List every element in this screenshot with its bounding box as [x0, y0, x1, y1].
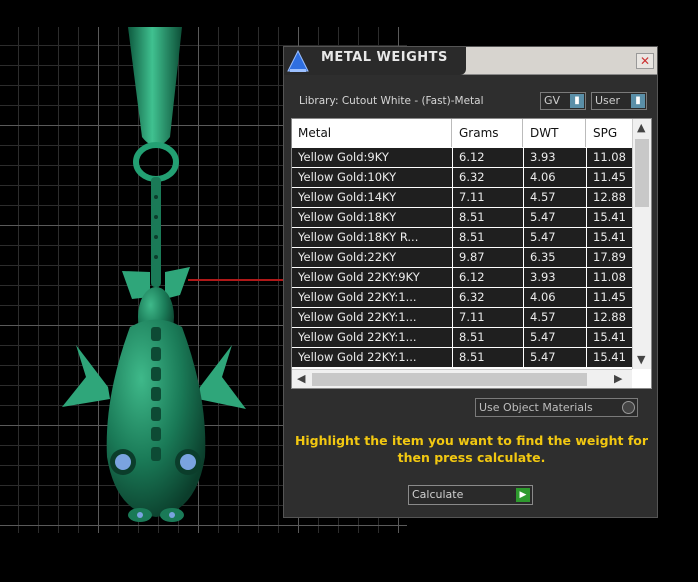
- table-row[interactable]: Yellow Gold:22KY 9.87 6.35 17.89: [292, 248, 632, 268]
- cell-dwt: 4.06: [524, 288, 586, 307]
- scroll-right-icon[interactable]: ▶: [614, 372, 622, 385]
- instruction-text: Highlight the item you want to find the …: [294, 433, 649, 465]
- toggle-indicator-icon: [622, 401, 635, 414]
- table-row[interactable]: Yellow Gold 22KY:1... 6.32 4.06 11.45: [292, 288, 632, 308]
- cell-spg: 15.41: [587, 208, 632, 227]
- user-select[interactable]: User ▮: [591, 92, 647, 110]
- cell-grams: 7.11: [453, 188, 523, 207]
- cell-grams: 6.32: [453, 288, 523, 307]
- cell-grams: 6.12: [453, 148, 523, 167]
- cell-dwt: 3.93: [524, 148, 586, 167]
- cell-spg: 17.89: [587, 248, 632, 267]
- cell-grams: 8.51: [453, 348, 523, 367]
- metal-weights-app-icon: [284, 47, 312, 75]
- column-header-dwt[interactable]: DWT: [524, 119, 586, 147]
- metal-table[interactable]: Metal Grams DWT SPG Yellow Gold:9KY 6.12 3…: [291, 118, 652, 389]
- cell-metal: Yellow Gold 22KY:9KY: [292, 268, 452, 287]
- vertical-scroll-thumb[interactable]: [635, 139, 649, 207]
- table-row[interactable]: Yellow Gold:14KY 7.11 4.57 12.88: [292, 188, 632, 208]
- cell-spg: 15.41: [587, 328, 632, 347]
- cell-dwt: 3.93: [524, 268, 586, 287]
- cell-spg: 11.45: [587, 168, 632, 187]
- cell-dwt: 4.57: [524, 188, 586, 207]
- play-arrow-icon: ▶: [516, 488, 530, 502]
- vertical-scrollbar[interactable]: ▲ ▼: [632, 119, 651, 369]
- column-header-spg[interactable]: SPG: [587, 119, 632, 147]
- cell-grams: 6.32: [453, 168, 523, 187]
- cell-metal: Yellow Gold:10KY: [292, 168, 452, 187]
- table-row[interactable]: Yellow Gold 22KY:1... 8.51 5.47 15.41: [292, 328, 632, 348]
- cell-spg: 12.88: [587, 188, 632, 207]
- cell-grams: 8.51: [453, 208, 523, 227]
- dropdown-arrow-icon: ▮: [631, 94, 645, 108]
- cell-grams: 8.51: [453, 328, 523, 347]
- cell-metal: Yellow Gold:18KY R...: [292, 228, 452, 247]
- scroll-left-icon[interactable]: ◀: [297, 372, 305, 385]
- table-row[interactable]: Yellow Gold:18KY R... 8.51 5.47 15.41: [292, 228, 632, 248]
- cell-grams: 7.11: [453, 308, 523, 327]
- title-bar[interactable]: METAL WEIGHTS ✕: [284, 47, 657, 75]
- close-button[interactable]: ✕: [636, 53, 654, 69]
- unit-select[interactable]: GV ▮: [540, 92, 586, 110]
- cell-spg: 11.08: [587, 148, 632, 167]
- cell-grams: 6.12: [453, 268, 523, 287]
- cell-dwt: 4.57: [524, 308, 586, 327]
- window-title: METAL WEIGHTS: [321, 50, 448, 65]
- table-row[interactable]: Yellow Gold:10KY 6.32 4.06 11.45: [292, 168, 632, 188]
- cell-spg: 15.41: [587, 348, 632, 367]
- cell-spg: 15.41: [587, 228, 632, 247]
- cell-metal: Yellow Gold 22KY:1...: [292, 328, 452, 347]
- dropdown-arrow-icon: ▮: [570, 94, 584, 108]
- calculate-button[interactable]: Calculate ▶: [408, 485, 533, 505]
- cell-metal: Yellow Gold 22KY:1...: [292, 288, 452, 307]
- cell-dwt: 4.06: [524, 168, 586, 187]
- cell-metal: Yellow Gold 22KY:1...: [292, 308, 452, 327]
- cell-metal: Yellow Gold:18KY: [292, 208, 452, 227]
- cell-spg: 11.45: [587, 288, 632, 307]
- cell-metal: Yellow Gold:14KY: [292, 188, 452, 207]
- horizontal-scrollbar[interactable]: ◀ ▶: [292, 369, 632, 388]
- scroll-up-icon[interactable]: ▲: [637, 121, 645, 134]
- cell-metal: Yellow Gold 22KY:1...: [292, 348, 452, 367]
- cell-dwt: 5.47: [524, 348, 586, 367]
- horizontal-scroll-thumb[interactable]: [312, 373, 587, 386]
- table-row[interactable]: Yellow Gold 22KY:1... 8.51 5.47 15.41: [292, 348, 632, 368]
- cell-grams: 9.87: [453, 248, 523, 267]
- metal-weights-window: METAL WEIGHTS ✕ Library: Cutout White - …: [283, 46, 658, 518]
- user-select-value: User: [595, 94, 621, 107]
- table-row[interactable]: Yellow Gold 22KY:9KY 6.12 3.93 11.08: [292, 268, 632, 288]
- calculate-label: Calculate: [412, 488, 464, 501]
- cell-spg: 11.08: [587, 268, 632, 287]
- cell-dwt: 5.47: [524, 328, 586, 347]
- cell-metal: Yellow Gold:9KY: [292, 148, 452, 167]
- table-row[interactable]: Yellow Gold 22KY:1... 7.11 4.57 12.88: [292, 308, 632, 328]
- column-header-metal[interactable]: Metal: [292, 119, 452, 147]
- cell-grams: 8.51: [453, 228, 523, 247]
- unit-select-value: GV: [544, 94, 561, 107]
- scroll-down-icon[interactable]: ▼: [637, 353, 645, 366]
- use-object-materials-toggle[interactable]: Use Object Materials: [475, 398, 638, 417]
- column-header-grams[interactable]: Grams: [453, 119, 523, 147]
- table-row[interactable]: Yellow Gold:9KY 6.12 3.93 11.08: [292, 148, 632, 168]
- cell-dwt: 6.35: [524, 248, 586, 267]
- cell-dwt: 5.47: [524, 208, 586, 227]
- library-label: Library: Cutout White - (Fast)-Metal: [299, 95, 484, 107]
- use-object-materials-label: Use Object Materials: [479, 401, 593, 414]
- cell-metal: Yellow Gold:22KY: [292, 248, 452, 267]
- close-icon: ✕: [639, 54, 651, 68]
- cell-dwt: 5.47: [524, 228, 586, 247]
- cell-spg: 12.88: [587, 308, 632, 327]
- table-row[interactable]: Yellow Gold:18KY 8.51 5.47 15.41: [292, 208, 632, 228]
